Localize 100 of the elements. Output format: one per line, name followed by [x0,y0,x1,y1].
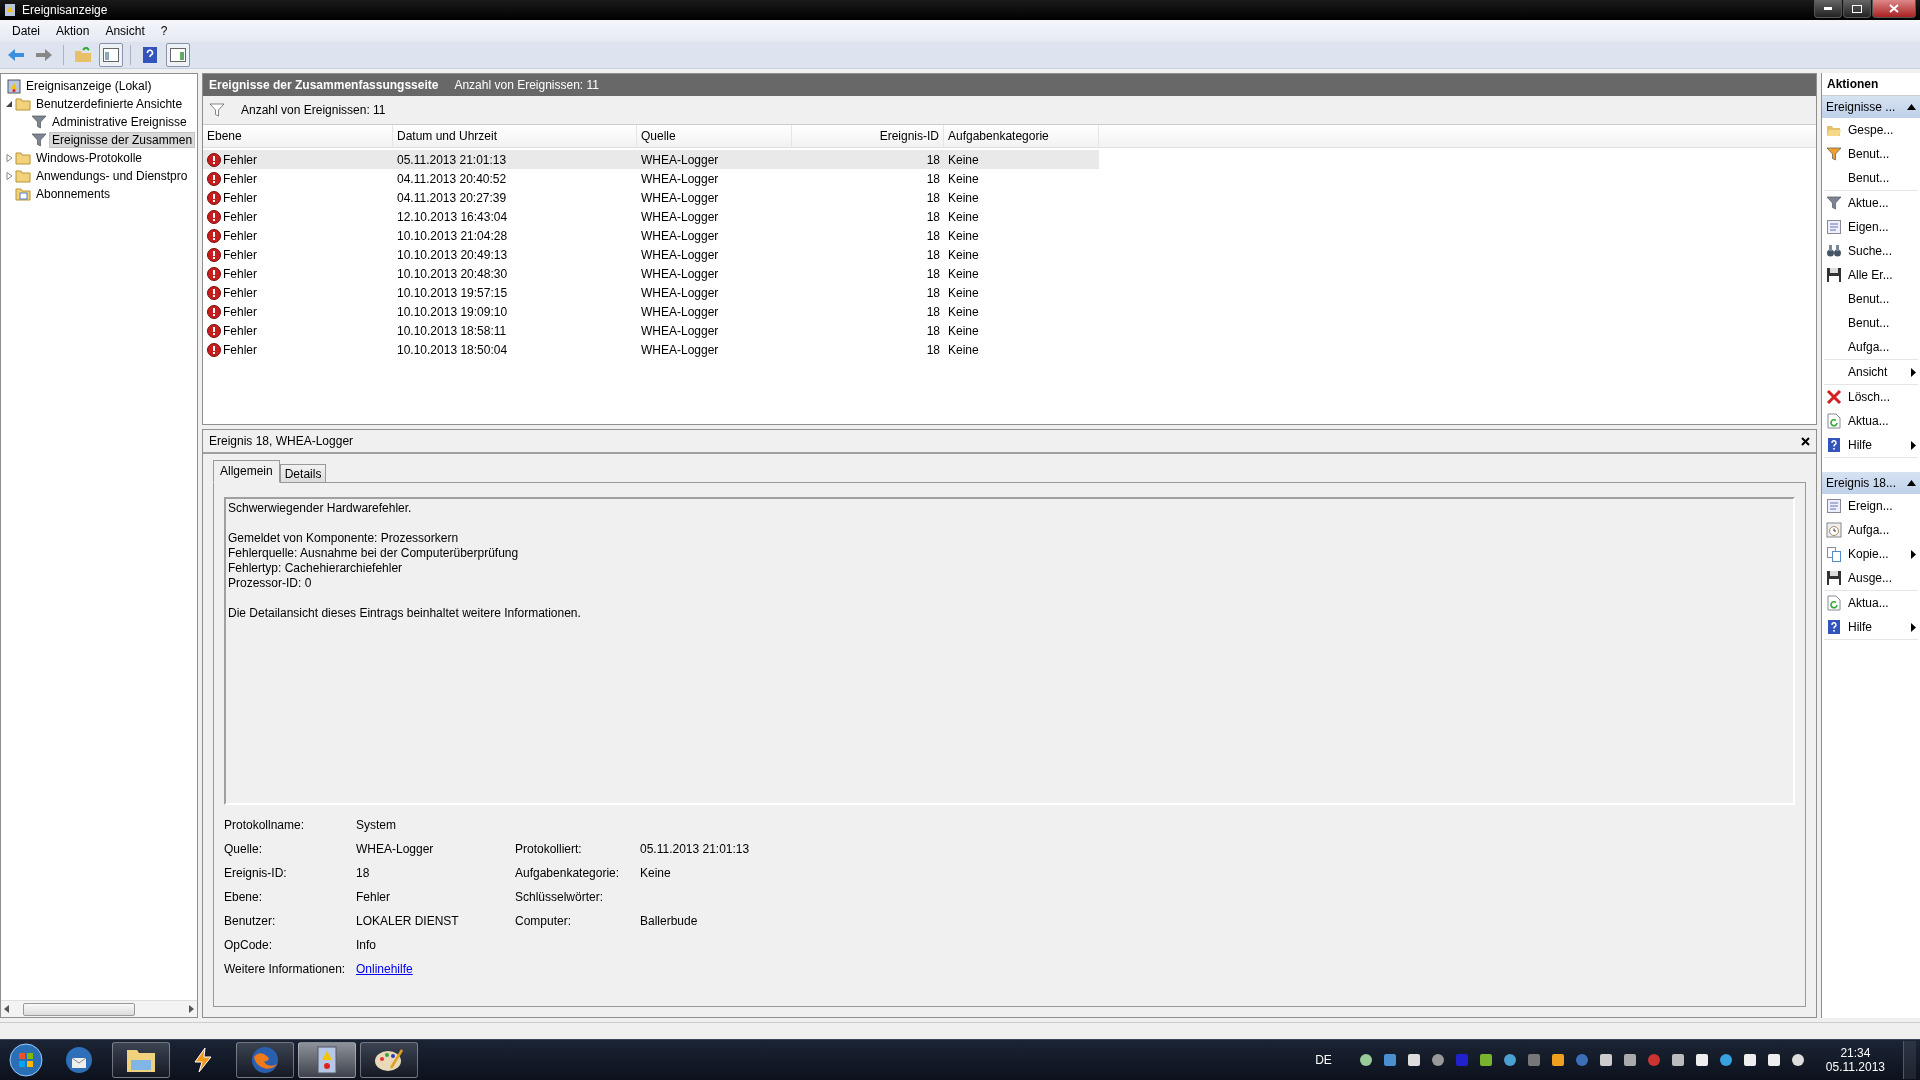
table-cell: 12.10.2013 16:43:04 [397,209,508,224]
close-icon[interactable] [1801,436,1810,446]
action-item[interactable]: Aktue... [1824,191,1918,215]
menu-item[interactable]: Datei [4,22,48,40]
action-item[interactable]: Benut... [1824,166,1918,190]
action-item[interactable]: Hilfe [1824,433,1918,457]
column-header[interactable]: Ereignis-ID [792,125,944,147]
column-header[interactable]: Ebene [203,125,393,147]
column-header[interactable]: Datum und Uhrzeit [393,125,637,147]
taskbar-button[interactable] [112,1042,170,1078]
table-row[interactable]: Fehler 12.10.2013 16:43:04 WHEA-Logger 18 Keine [203,207,1099,226]
table-cell: 18 [926,209,940,224]
tray-icon[interactable] [1765,1052,1782,1068]
property-value: Keine [640,865,672,882]
tray-icon[interactable] [1597,1052,1614,1068]
action-item[interactable]: Ansicht [1824,360,1918,384]
tab[interactable]: Details [279,464,327,482]
action-item[interactable]: Aktua... [1824,409,1918,433]
table-cell: WHEA-Logger [641,323,719,338]
tray-icon[interactable] [1693,1052,1710,1068]
tree-item[interactable]: Anwendungs- und Dienstpro [33,168,191,184]
tree-item[interactable]: Ereignisanzeige (Lokal) [23,78,155,94]
action-item[interactable]: Benut... [1824,311,1918,335]
action-item[interactable]: Alle Er... [1824,263,1918,287]
language-indicator[interactable]: DE [1315,1053,1332,1067]
maximize-button[interactable] [1843,0,1871,18]
tray-icon[interactable] [1501,1052,1518,1068]
action-item[interactable]: Aufga... [1824,518,1918,542]
action-item[interactable]: Aufga... [1824,335,1918,359]
table-cell: Fehler [223,190,257,205]
action-item[interactable]: Aktua... [1824,591,1918,615]
menu-item[interactable]: ? [152,22,176,40]
tray-icon[interactable] [1621,1052,1638,1068]
tab[interactable]: Allgemein [213,460,280,483]
tray-icon[interactable] [1549,1052,1566,1068]
property-label: Computer: [515,913,573,930]
tray-icon[interactable] [1669,1052,1686,1068]
error-icon [207,209,221,224]
table-row[interactable]: Fehler 10.10.2013 18:58:11 WHEA-Logger 18 Keine [203,321,1099,340]
property-value: System [356,817,397,834]
column-header[interactable]: Aufgabenkategorie [944,125,1099,147]
property-value: WHEA-Logger [356,841,435,858]
action-item[interactable]: Gespe... [1824,118,1918,142]
help-link[interactable]: Onlinehilfe [356,961,515,978]
minimize-button[interactable] [1814,0,1842,18]
action-item[interactable]: Suche... [1824,239,1918,263]
action-item[interactable]: Ereign... [1824,494,1918,518]
action-item[interactable]: Benut... [1824,287,1918,311]
table-cell: WHEA-Logger [641,171,719,186]
taskbar-button[interactable] [360,1042,418,1078]
table-row[interactable]: Fehler 05.11.2013 21:01:13 WHEA-Logger 18 Keine [203,150,1099,169]
start-button[interactable] [6,1041,46,1079]
table-row[interactable]: Fehler 10.10.2013 19:09:10 WHEA-Logger 18 Keine [203,302,1099,321]
menu-item[interactable]: Aktion [48,22,98,40]
property-value: Ballerbude [640,913,699,930]
action-item[interactable]: Kopie... [1824,542,1918,566]
section-header[interactable]: Ereignisse ... [1822,96,1920,118]
taskbar-button[interactable] [298,1042,356,1078]
table-row[interactable]: Fehler 10.10.2013 20:48:30 WHEA-Logger 18 Keine [203,264,1099,283]
tray-icon[interactable] [1789,1052,1806,1068]
action-item[interactable]: Ausge... [1824,566,1918,590]
tree-item[interactable]: Administrative Ereignisse [49,114,190,130]
action-pane-button[interactable] [166,43,190,67]
tree-item[interactable]: Windows-Protokolle [33,150,146,166]
collapsed-arrow-icon[interactable] [5,154,13,162]
table-cell: 10.10.2013 21:04:28 [397,228,508,243]
tray-icon[interactable] [1357,1052,1374,1068]
action-item[interactable]: Benut... [1824,142,1918,166]
tray-icon[interactable] [1429,1052,1446,1068]
property-label: Protokollname: [224,817,306,834]
table-row[interactable]: Fehler 10.10.2013 20:49:13 WHEA-Logger 18 Keine [203,245,1099,264]
table-cell: Keine [948,285,979,300]
action-item[interactable]: Hilfe [1824,615,1918,639]
tray-icon[interactable] [1741,1052,1758,1068]
table-row[interactable]: Fehler 04.11.2013 20:27:39 WHEA-Logger 18 Keine [203,188,1099,207]
table-row[interactable]: Fehler 10.10.2013 18:50:04 WHEA-Logger 18 Keine [203,340,1099,359]
action-item[interactable]: Eigen... [1824,215,1918,239]
taskbar-button[interactable] [236,1042,294,1078]
table-row[interactable]: Fehler 10.10.2013 19:57:15 WHEA-Logger 18 Keine [203,283,1099,302]
collapsed-arrow-icon[interactable] [5,172,13,180]
action-item[interactable]: Lösch... [1824,385,1918,409]
column-header[interactable]: Quelle [637,125,792,147]
expanded-arrow-icon[interactable] [5,100,13,108]
window-title: Ereignisanzeige [22,3,108,17]
refresh-icon [1826,413,1842,429]
tree-item[interactable]: Ereignisse der Zusammen [49,132,196,148]
menu-item[interactable]: Ansicht [97,22,153,40]
table-row[interactable]: Fehler 10.10.2013 21:04:28 WHEA-Logger 18 Keine [203,226,1099,245]
tray-icon[interactable] [1717,1052,1734,1068]
clock-task-icon [1826,522,1842,538]
tray-icon[interactable] [1477,1052,1494,1068]
close-button[interactable] [1872,0,1916,18]
section-header[interactable]: Ereignis 18... [1822,472,1920,494]
horizontal-scrollbar[interactable] [1,1000,197,1017]
table-row[interactable]: Fehler 04.11.2013 20:40:52 WHEA-Logger 18 Keine [203,169,1099,188]
tree-item[interactable]: Benutzerdefinierte Ansichte [33,96,186,112]
tray-icon[interactable] [1405,1052,1422,1068]
tree-item[interactable]: Abonnements [33,186,114,202]
event-count: Anzahl von Ereignissen: 11 [454,78,599,92]
console-tree-button[interactable] [99,43,123,67]
